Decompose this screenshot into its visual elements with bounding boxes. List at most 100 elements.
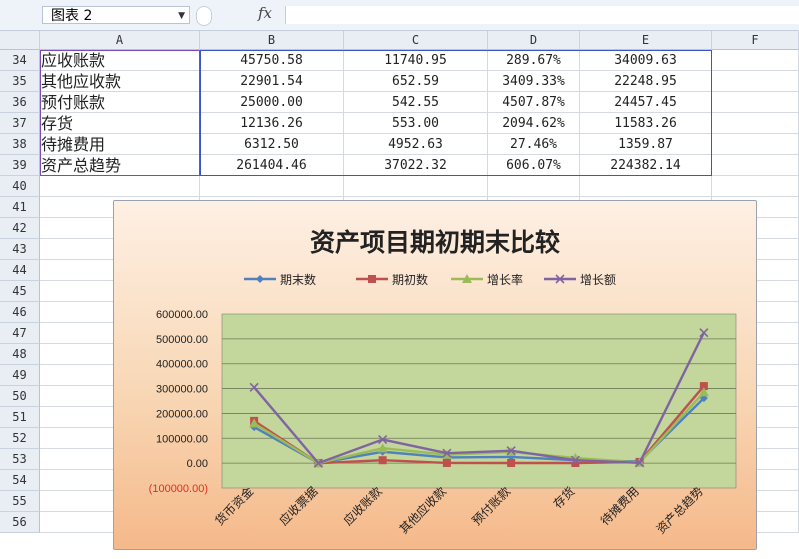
data-point-series-2 bbox=[507, 459, 516, 468]
row-header[interactable]: 36 bbox=[0, 92, 40, 113]
row-header[interactable]: 42 bbox=[0, 218, 40, 239]
legend-label: 增长率 bbox=[487, 272, 523, 287]
legend-label: 期初数 bbox=[392, 272, 428, 287]
row-header[interactable]: 47 bbox=[0, 323, 40, 344]
row-header[interactable]: 46 bbox=[0, 302, 40, 323]
row-header[interactable]: 50 bbox=[0, 386, 40, 407]
cell-c[interactable] bbox=[344, 176, 488, 197]
cell-b[interactable] bbox=[200, 176, 344, 197]
cell-e[interactable]: 22248.95 bbox=[580, 71, 712, 92]
insert-function-button[interactable]: fx bbox=[258, 4, 272, 22]
cell-c[interactable]: 4952.63 bbox=[344, 134, 488, 155]
cell-b[interactable]: 12136.26 bbox=[200, 113, 344, 134]
y-tick-label: 300000.00 bbox=[156, 384, 208, 396]
data-point-series-2 bbox=[442, 458, 451, 467]
chevron-down-icon[interactable]: ▼ bbox=[178, 7, 185, 25]
cell-d[interactable]: 27.46% bbox=[488, 134, 580, 155]
cell-a[interactable]: 存货 bbox=[40, 113, 200, 134]
legend-label: 增长额 bbox=[580, 273, 616, 287]
select-all-corner[interactable] bbox=[0, 31, 40, 50]
row-header[interactable]: 55 bbox=[0, 491, 40, 512]
row-header[interactable]: 40 bbox=[0, 176, 40, 197]
cell-d[interactable]: 606.07% bbox=[488, 155, 580, 176]
x-tick-label: 货币资金 bbox=[212, 484, 257, 529]
cell-c[interactable]: 37022.32 bbox=[344, 155, 488, 176]
row-header[interactable]: 53 bbox=[0, 449, 40, 470]
cell-b[interactable]: 22901.54 bbox=[200, 71, 344, 92]
cell-c[interactable]: 542.55 bbox=[344, 92, 488, 113]
column-header-e[interactable]: E bbox=[580, 31, 712, 50]
row-header[interactable]: 39 bbox=[0, 155, 40, 176]
cell-e[interactable]: 1359.87 bbox=[580, 134, 712, 155]
row-header[interactable]: 52 bbox=[0, 428, 40, 449]
cell-e[interactable]: 224382.14 bbox=[580, 155, 712, 176]
chart-object[interactable]: 资产项目期初期末比较 (100000.00) 0.00 100000.00 20000… bbox=[113, 200, 757, 550]
x-tick-label: 预付账款 bbox=[469, 484, 513, 528]
x-tick-label: 应收账款 bbox=[340, 484, 385, 529]
cell-c[interactable]: 553.00 bbox=[344, 113, 488, 134]
legend-label: 期末数 bbox=[280, 272, 316, 287]
cell-b[interactable]: 6312.50 bbox=[200, 134, 344, 155]
cell-d[interactable] bbox=[488, 176, 580, 197]
row-header[interactable]: 41 bbox=[0, 197, 40, 218]
row-header[interactable]: 38 bbox=[0, 134, 40, 155]
column-header-d[interactable]: D bbox=[488, 31, 580, 50]
y-tick-label: 100000.00 bbox=[156, 433, 208, 445]
row-header[interactable]: 54 bbox=[0, 470, 40, 491]
x-tick-label: 待摊费用 bbox=[598, 484, 642, 528]
column-header-a[interactable]: A bbox=[40, 31, 200, 50]
cell-b[interactable]: 261404.46 bbox=[200, 155, 344, 176]
y-tick-label: 600000.00 bbox=[156, 309, 208, 321]
row-header[interactable]: 56 bbox=[0, 512, 40, 533]
row-header[interactable]: 43 bbox=[0, 239, 40, 260]
formula-input[interactable] bbox=[285, 6, 799, 24]
cell-a[interactable]: 预付账款 bbox=[40, 92, 200, 113]
data-point-series-2 bbox=[378, 456, 387, 465]
y-tick-label: (100000.00) bbox=[149, 483, 208, 495]
cell-d[interactable]: 3409.33% bbox=[488, 71, 580, 92]
cell-a[interactable]: 待摊费用 bbox=[40, 134, 200, 155]
x-tick-label: 其他应收款 bbox=[396, 484, 449, 537]
row-header[interactable]: 51 bbox=[0, 407, 40, 428]
cell-b[interactable]: 45750.58 bbox=[200, 50, 344, 71]
cell-d[interactable]: 2094.62% bbox=[488, 113, 580, 134]
name-box[interactable]: 图表 2 ▼ bbox=[42, 6, 190, 24]
row-header[interactable]: 44 bbox=[0, 260, 40, 281]
cell-d[interactable]: 289.67% bbox=[488, 50, 580, 71]
cell-d[interactable]: 4507.87% bbox=[488, 92, 580, 113]
cell-f[interactable] bbox=[712, 113, 799, 134]
x-tick-label: 应收票据 bbox=[276, 484, 321, 529]
cell-f[interactable] bbox=[712, 71, 799, 92]
cell-e[interactable]: 11583.26 bbox=[580, 113, 712, 134]
cell-a[interactable]: 其他应收款 bbox=[40, 71, 200, 92]
cell-c[interactable]: 11740.95 bbox=[344, 50, 488, 71]
cell-a[interactable] bbox=[40, 176, 200, 197]
column-header-c[interactable]: C bbox=[344, 31, 488, 50]
cell-f[interactable] bbox=[712, 50, 799, 71]
cell-f[interactable] bbox=[712, 134, 799, 155]
y-tick-label: 200000.00 bbox=[156, 408, 208, 420]
cell-c[interactable]: 652.59 bbox=[344, 71, 488, 92]
cell-a[interactable]: 资产总趋势 bbox=[40, 155, 200, 176]
column-header-f[interactable]: F bbox=[712, 31, 799, 50]
row-header[interactable]: 37 bbox=[0, 113, 40, 134]
cell-f[interactable] bbox=[712, 155, 799, 176]
y-tick-label: 0.00 bbox=[187, 458, 208, 470]
row-header[interactable]: 35 bbox=[0, 71, 40, 92]
cell-f[interactable] bbox=[712, 92, 799, 113]
y-tick-label: 400000.00 bbox=[156, 359, 208, 371]
row-header[interactable]: 48 bbox=[0, 344, 40, 365]
formula-bar-resize-handle[interactable] bbox=[196, 6, 212, 26]
row-header[interactable]: 34 bbox=[0, 50, 40, 71]
cell-f[interactable] bbox=[712, 176, 799, 197]
cell-b[interactable]: 25000.00 bbox=[200, 92, 344, 113]
legend-marker bbox=[256, 275, 264, 283]
formula-bar: 图表 2 ▼ fx bbox=[0, 0, 799, 31]
cell-e[interactable]: 24457.45 bbox=[580, 92, 712, 113]
cell-a[interactable]: 应收账款 bbox=[40, 50, 200, 71]
cell-e[interactable]: 34009.63 bbox=[580, 50, 712, 71]
row-header[interactable]: 49 bbox=[0, 365, 40, 386]
row-header[interactable]: 45 bbox=[0, 281, 40, 302]
column-header-b[interactable]: B bbox=[200, 31, 344, 50]
cell-e[interactable] bbox=[580, 176, 712, 197]
